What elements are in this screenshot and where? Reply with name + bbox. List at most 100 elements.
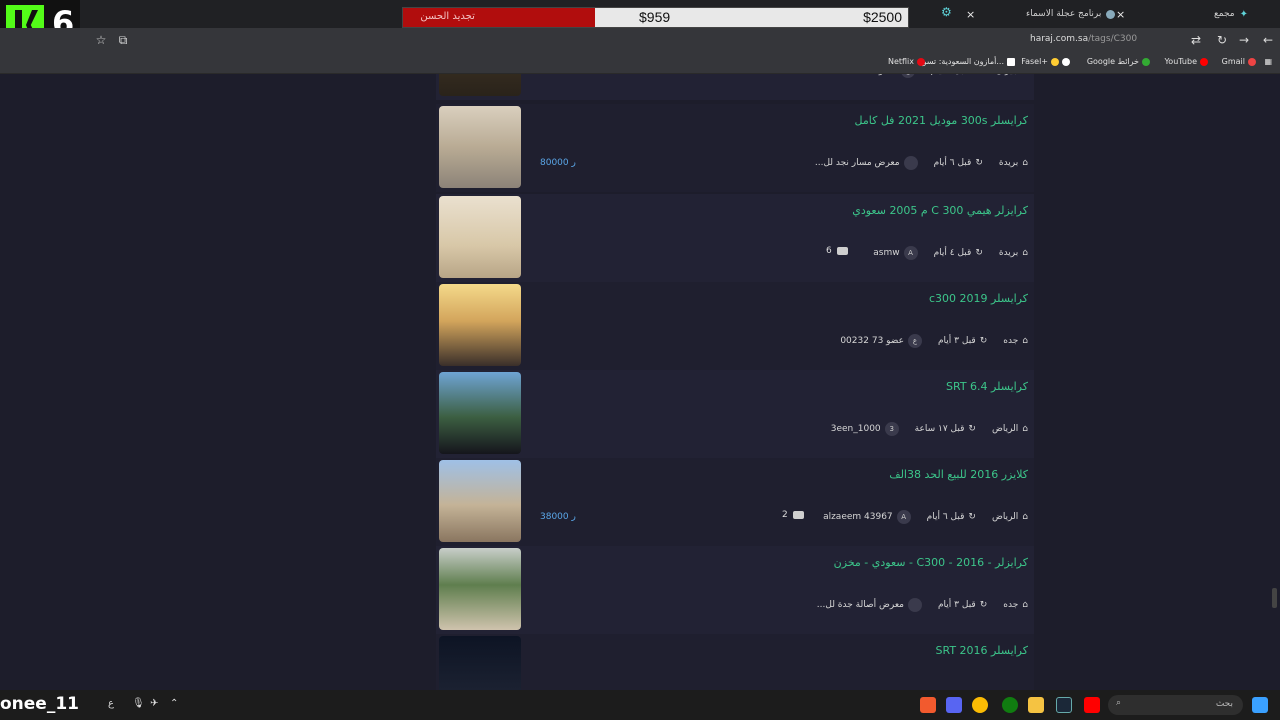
listing-row[interactable]: كرايسلر 300s موديل 2021 فل كامل ⌂ بريدة ↻ قب…	[436, 104, 1034, 192]
chrome-icon[interactable]	[972, 697, 988, 713]
tab-2-close-button[interactable]: ×	[966, 4, 975, 24]
listing-user[interactable]: عضو 73 00232	[840, 336, 904, 346]
listing-title[interactable]: كرايزلر هيمي 300 C م 2005 سعودي	[852, 204, 1028, 217]
listing-user[interactable]: معرض مسار نجد لل...	[815, 158, 900, 168]
listing-user[interactable]: asmw	[873, 248, 899, 258]
bookmark-fasel[interactable]: Fasel+	[1021, 57, 1070, 66]
scrollbar-thumb[interactable]	[1272, 588, 1277, 608]
listing-city[interactable]: جيزان	[996, 74, 1018, 76]
site-settings-icon[interactable]: ⇄	[1188, 32, 1204, 48]
listing-comments: 6	[826, 246, 848, 256]
listing-city[interactable]: الرياض	[992, 512, 1018, 522]
bookmark-gmail[interactable]: Gmail	[1222, 57, 1256, 66]
listing-row[interactable]: كلايزر 2016 للبيع الحد 38الف ⌂ الرياض ↻ قبل …	[436, 458, 1034, 546]
listing-thumbnail[interactable]	[439, 106, 521, 188]
listings-list: ⌂جيزان↻قبل ٣ أيامععضو 25 243981 كرايسلر 3…	[436, 74, 1034, 690]
bookmark-google-maps[interactable]: Google خرائط	[1087, 57, 1150, 66]
listing-time: قبل ٦ أيام	[926, 512, 965, 522]
avatar[interactable]: ع	[900, 74, 915, 78]
avatar[interactable]: 3	[884, 422, 899, 436]
listing-city[interactable]: جده	[1003, 600, 1018, 610]
install-icon[interactable]: ⧉	[115, 32, 131, 48]
location-icon: ⌂	[1022, 512, 1028, 522]
forward-arrow-icon[interactable]: →	[1236, 32, 1252, 48]
listing-time: قبل ٣ أيام	[937, 600, 976, 610]
avatar[interactable]: ع	[907, 334, 922, 348]
listing-title[interactable]: كرايسلر SRT 2016	[936, 644, 1029, 657]
apps-grid-icon[interactable]: ▦	[1264, 57, 1272, 66]
lang-indicator[interactable]: ع	[108, 698, 114, 709]
listing-title[interactable]: كرايسلر 2019 c300	[929, 292, 1028, 305]
location-icon: ⌂	[1022, 248, 1028, 258]
location-icon: ⌂	[1022, 424, 1028, 434]
address-bar[interactable]: haraj.com.sa/tags/C300	[1030, 34, 1137, 44]
taskbar-search[interactable]: بحث ⌕	[1108, 695, 1243, 715]
listing-city[interactable]: جده	[1003, 336, 1018, 346]
discord-icon[interactable]	[946, 697, 962, 713]
bookmark-amazon[interactable]: أمازون السعودية: تسو...	[923, 57, 1015, 66]
comment-count: 6	[826, 246, 832, 256]
listing-comments: 2	[782, 510, 804, 520]
listing-thumbnail[interactable]	[439, 74, 521, 96]
listing-row[interactable]: ⌂جيزان↻قبل ٣ أيامععضو 25 243981	[436, 74, 1034, 100]
gear-icon[interactable]: ⚙	[941, 5, 952, 19]
bookmark-netflix[interactable]: Netflix	[888, 57, 925, 66]
time-icon: ↻	[979, 336, 988, 346]
listing-thumbnail[interactable]	[439, 636, 521, 690]
listing-row[interactable]: كرايسلر SRT 6.4 ⌂ الرياض ↻ قبل ١٧ ساعة 3 3een_…	[436, 370, 1034, 458]
taskbar: onee_11 ع 🎙 ✈ ⌃ بحث ⌕	[0, 690, 1280, 720]
listing-row[interactable]: كرايسلر SRT 2016	[436, 634, 1034, 690]
listing-time: قبل ٤ أيام	[933, 248, 972, 258]
back-arrow-icon[interactable]: ←	[1260, 32, 1276, 48]
tab-1[interactable]: مجمع ✦	[1214, 4, 1248, 24]
listing-row[interactable]: كرايزلر - 2016 - C300 - سعودي - مخزن ⌂ جده…	[436, 546, 1034, 634]
goal-current: $959	[639, 9, 671, 25]
bookmark-star-icon[interactable]: ☆	[93, 32, 109, 48]
location-icon: ⌂	[1022, 158, 1028, 168]
listing-city[interactable]: الرياض	[992, 424, 1018, 434]
goal-max: $2500	[863, 9, 902, 25]
avatar[interactable]	[903, 156, 918, 170]
listing-row[interactable]: كرايسلر 2019 c300 ⌂ جده ↻ قبل ٣ أيام ع عضو 73 …	[436, 282, 1034, 370]
tab-1-label: مجمع	[1213, 9, 1235, 19]
listing-thumbnail[interactable]	[439, 548, 521, 630]
listing-city[interactable]: بريدة	[999, 158, 1018, 168]
youtube-icon[interactable]	[1084, 697, 1100, 713]
xbox-icon[interactable]	[1002, 697, 1018, 713]
network-icon[interactable]: ✈	[150, 698, 158, 709]
tab-1-close-button[interactable]: ×	[1116, 4, 1125, 24]
steam-icon[interactable]	[1056, 697, 1072, 713]
tab-2[interactable]: برنامج عجلة الاسماء	[1026, 4, 1116, 24]
listing-thumbnail[interactable]	[439, 284, 521, 366]
listing-city[interactable]: بريدة	[999, 248, 1018, 258]
brave-icon[interactable]	[920, 697, 936, 713]
time-icon: ↻	[975, 158, 983, 168]
bookmark-youtube[interactable]: YouTube	[1164, 57, 1208, 66]
reload-icon[interactable]: ↻	[1214, 32, 1230, 48]
listing-title[interactable]: كلايزر 2016 للبيع الحد 38الف	[889, 468, 1028, 481]
avatar[interactable]	[907, 598, 922, 612]
time-icon: ↻	[975, 248, 983, 258]
listing-user[interactable]: معرض أصالة جدة لل...	[817, 600, 904, 610]
listing-user[interactable]: alzaeem 43967	[823, 512, 893, 522]
folder-icon[interactable]	[1028, 697, 1044, 713]
listing-row[interactable]: كرايزلر هيمي 300 C م 2005 سعودي ⌂ بريدة ↻ قب…	[436, 194, 1034, 282]
time-icon: ↻	[968, 512, 976, 522]
listing-user[interactable]: عضو 25 24398	[833, 74, 897, 76]
listing-thumbnail[interactable]	[439, 196, 521, 278]
listing-title[interactable]: كرايسلر 300s موديل 2021 فل كامل	[855, 114, 1028, 127]
listing-thumbnail[interactable]	[439, 372, 521, 454]
listing-user[interactable]: 3een_1000	[831, 424, 881, 434]
avatar[interactable]: A	[903, 246, 918, 260]
location-icon: ⌂	[1022, 600, 1028, 610]
url-path: /tags/C300	[1088, 34, 1138, 44]
listing-title[interactable]: كرايسلر SRT 6.4	[946, 380, 1028, 393]
windows-start-icon[interactable]	[1252, 697, 1268, 713]
tray-chevron-icon[interactable]: ⌃	[170, 698, 178, 709]
listing-price: ر 38000	[540, 512, 576, 522]
url-host: haraj.com.sa	[1030, 34, 1089, 44]
mic-icon[interactable]: 🎙	[132, 698, 145, 709]
listing-thumbnail[interactable]	[439, 460, 521, 542]
avatar[interactable]: A	[896, 510, 911, 524]
listing-title[interactable]: كرايزلر - 2016 - C300 - سعودي - مخزن	[834, 556, 1028, 569]
